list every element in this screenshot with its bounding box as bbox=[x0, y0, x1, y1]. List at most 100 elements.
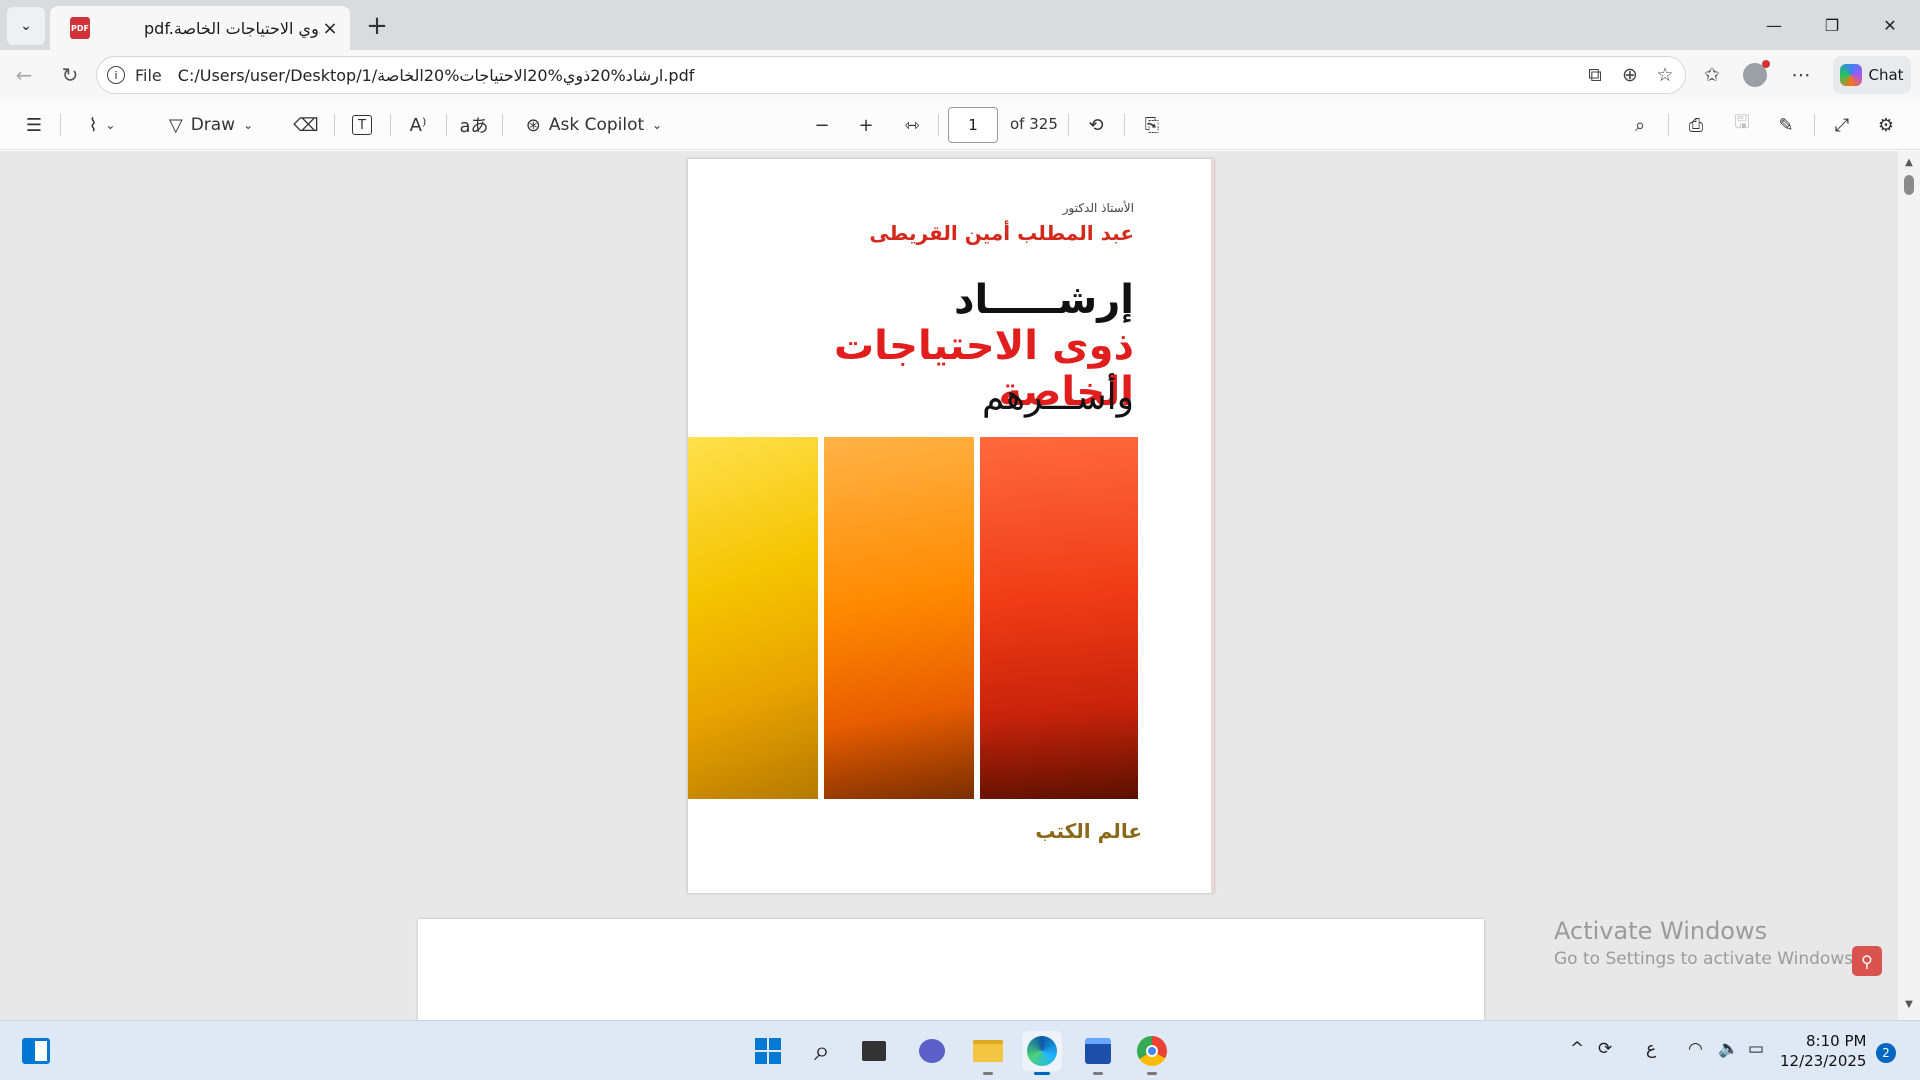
url-scheme: File bbox=[135, 65, 162, 85]
taskbar: ⌕ ^ ⟳ ع ◠ 🔈 ▭ 8:10 PM 12/23/2025 2 bbox=[0, 1020, 1920, 1080]
more-menu-button[interactable]: ⋯ bbox=[1786, 59, 1816, 91]
vertical-scrollbar[interactable] bbox=[1898, 151, 1920, 1020]
text-box-icon: T bbox=[352, 115, 372, 135]
read-aloud-button[interactable]: A⁾ bbox=[402, 109, 434, 141]
fit-width-button[interactable]: ⇿ bbox=[896, 109, 928, 141]
wifi-icon[interactable]: ◠ bbox=[1688, 1039, 1703, 1059]
tab-close-icon[interactable]: × bbox=[320, 18, 340, 39]
clock[interactable]: 8:10 PM 12/23/2025 bbox=[1780, 1031, 1866, 1071]
page-view-button[interactable]: ⎘ bbox=[1136, 109, 1168, 141]
zoom-out-button[interactable]: − bbox=[806, 109, 838, 141]
acrobat-icon[interactable]: ⚲ bbox=[1852, 946, 1882, 976]
translate-button[interactable]: aあ bbox=[456, 109, 492, 141]
chevron-down-icon: ⌄ bbox=[652, 118, 663, 132]
add-text-button[interactable]: T bbox=[346, 109, 378, 141]
scrollbar-thumb[interactable] bbox=[1904, 175, 1914, 195]
store-icon bbox=[1085, 1038, 1111, 1064]
cover-photo-strip bbox=[688, 437, 818, 799]
address-input[interactable]: i File C:/Users/user/Desktop/1/ارشاد%20ذ… bbox=[96, 56, 1686, 94]
toolbar-divider bbox=[1668, 114, 1669, 136]
file-explorer-button[interactable] bbox=[968, 1031, 1008, 1075]
copilot-icon: ⊛ bbox=[525, 114, 541, 136]
show-hidden-icons-button[interactable]: ^ bbox=[1570, 1039, 1584, 1059]
task-view-button[interactable] bbox=[854, 1031, 894, 1071]
zoom-icon: ⊕ bbox=[1622, 64, 1638, 86]
profile-button[interactable] bbox=[1740, 59, 1770, 91]
search-icon: ⌕ bbox=[814, 1034, 830, 1067]
close-window-button[interactable]: ✕ bbox=[1861, 0, 1919, 50]
cover-photo-strip bbox=[980, 437, 1138, 799]
notification-badge[interactable]: 2 bbox=[1876, 1043, 1896, 1063]
minimize-button[interactable]: — bbox=[1745, 0, 1803, 50]
print-icon: ⎙ bbox=[1688, 114, 1704, 136]
chat-label: Chat bbox=[1868, 66, 1904, 84]
volume-icon[interactable]: 🔈 bbox=[1718, 1039, 1739, 1059]
settings-button[interactable]: ⚙ bbox=[1870, 109, 1902, 141]
language-indicator[interactable]: ع bbox=[1646, 1039, 1656, 1059]
favorites-button[interactable]: ✩ bbox=[1697, 59, 1727, 91]
zoom-in-button[interactable]: + bbox=[850, 109, 882, 141]
zoom-button[interactable]: ⊕ bbox=[1615, 59, 1645, 91]
save-as-button[interactable]: ✎ bbox=[1770, 109, 1802, 141]
activation-watermark: Activate Windows Go to Settings to activ… bbox=[1554, 917, 1859, 969]
chrome-center bbox=[1146, 1045, 1158, 1057]
start-button[interactable] bbox=[748, 1031, 788, 1071]
windows-logo-icon bbox=[755, 1038, 781, 1064]
page-number-input[interactable]: 1 bbox=[948, 107, 998, 143]
teams-chat-button[interactable] bbox=[912, 1031, 952, 1071]
toolbar-divider bbox=[1124, 114, 1125, 136]
url-text: C:/Users/user/Desktop/1/ارشاد%20ذوي%20ال… bbox=[177, 65, 695, 85]
sync-icon[interactable]: ⟳ bbox=[1598, 1039, 1612, 1059]
store-button[interactable] bbox=[1078, 1031, 1118, 1075]
info-icon[interactable]: i bbox=[107, 66, 125, 84]
toolbar-divider bbox=[334, 114, 335, 136]
widgets-button[interactable] bbox=[16, 1031, 56, 1071]
save-button[interactable]: 🖫 bbox=[1726, 109, 1758, 141]
new-tab-button[interactable]: + bbox=[360, 10, 394, 42]
chat-button[interactable]: Chat bbox=[1833, 56, 1911, 94]
tab-title: pdf.ارشاد ذوي الاحتياجات الخاصة bbox=[144, 18, 320, 38]
ask-copilot-button[interactable]: ⊛ Ask Copilot ⌄ bbox=[518, 109, 670, 141]
scroll-down-icon[interactable]: ▼ bbox=[1899, 996, 1919, 1012]
highlight-button[interactable]: ⌇ ⌄ bbox=[72, 109, 132, 141]
plus-icon: + bbox=[858, 114, 874, 136]
find-button[interactable]: ⌕ bbox=[1624, 109, 1656, 141]
fullscreen-button[interactable]: ⤢ bbox=[1826, 109, 1858, 141]
refresh-icon: ↻ bbox=[61, 63, 79, 87]
contents-button[interactable]: ☰ bbox=[18, 109, 50, 141]
edge-icon bbox=[1027, 1036, 1057, 1066]
watermark-title: Activate Windows bbox=[1554, 917, 1768, 945]
task-view-icon bbox=[862, 1041, 886, 1061]
back-button[interactable]: ← bbox=[8, 59, 40, 91]
edge-button[interactable] bbox=[1022, 1031, 1062, 1075]
clock-time: 8:10 PM bbox=[1806, 1032, 1867, 1050]
refresh-button[interactable]: ↻ bbox=[54, 59, 86, 91]
page-total: of 325 bbox=[1010, 115, 1058, 133]
erase-button[interactable]: ⌫ bbox=[290, 109, 322, 141]
widgets-icon bbox=[22, 1038, 50, 1064]
save-icon: 🖫 bbox=[1734, 112, 1750, 133]
pdf-file-icon: PDF bbox=[70, 17, 90, 39]
toolbar-divider bbox=[1814, 114, 1815, 136]
copilot-icon bbox=[1840, 64, 1863, 86]
favorite-button[interactable]: ☆ bbox=[1650, 59, 1680, 91]
chrome-button[interactable] bbox=[1132, 1031, 1172, 1075]
immersive-reader-button[interactable]: ⧉ bbox=[1580, 59, 1610, 91]
toolbar-divider bbox=[938, 114, 939, 136]
tab-pdf[interactable]: PDF pdf.ارشاد ذوي الاحتياجات الخاصة × bbox=[50, 6, 350, 50]
highlighter-icon: ⌇ bbox=[88, 114, 98, 136]
restore-button[interactable]: ❐ bbox=[1803, 0, 1861, 50]
search-button[interactable]: ⌕ bbox=[802, 1031, 842, 1071]
more-icon: ⋯ bbox=[1791, 64, 1811, 86]
draw-button[interactable]: ▽ Draw ⌄ bbox=[156, 109, 266, 141]
battery-icon[interactable]: ▭ bbox=[1748, 1039, 1764, 1059]
cover-title-line3: وأســـرهم bbox=[982, 377, 1134, 418]
tab-list-button[interactable]: ⌄ bbox=[7, 7, 45, 45]
browser-window: ⌄ PDF pdf.ارشاد ذوي الاحتياجات الخاصة × … bbox=[0, 0, 1920, 1020]
pdf-viewer[interactable]: الأستاذ الدكتور عبد المطلب أمين القريطى … bbox=[0, 151, 1920, 1020]
rotate-button[interactable]: ⟲ bbox=[1080, 109, 1112, 141]
chrome-icon bbox=[1137, 1036, 1167, 1066]
print-button[interactable]: ⎙ bbox=[1680, 109, 1712, 141]
scroll-up-icon[interactable]: ▲ bbox=[1899, 154, 1919, 170]
toolbar-divider bbox=[502, 114, 503, 136]
